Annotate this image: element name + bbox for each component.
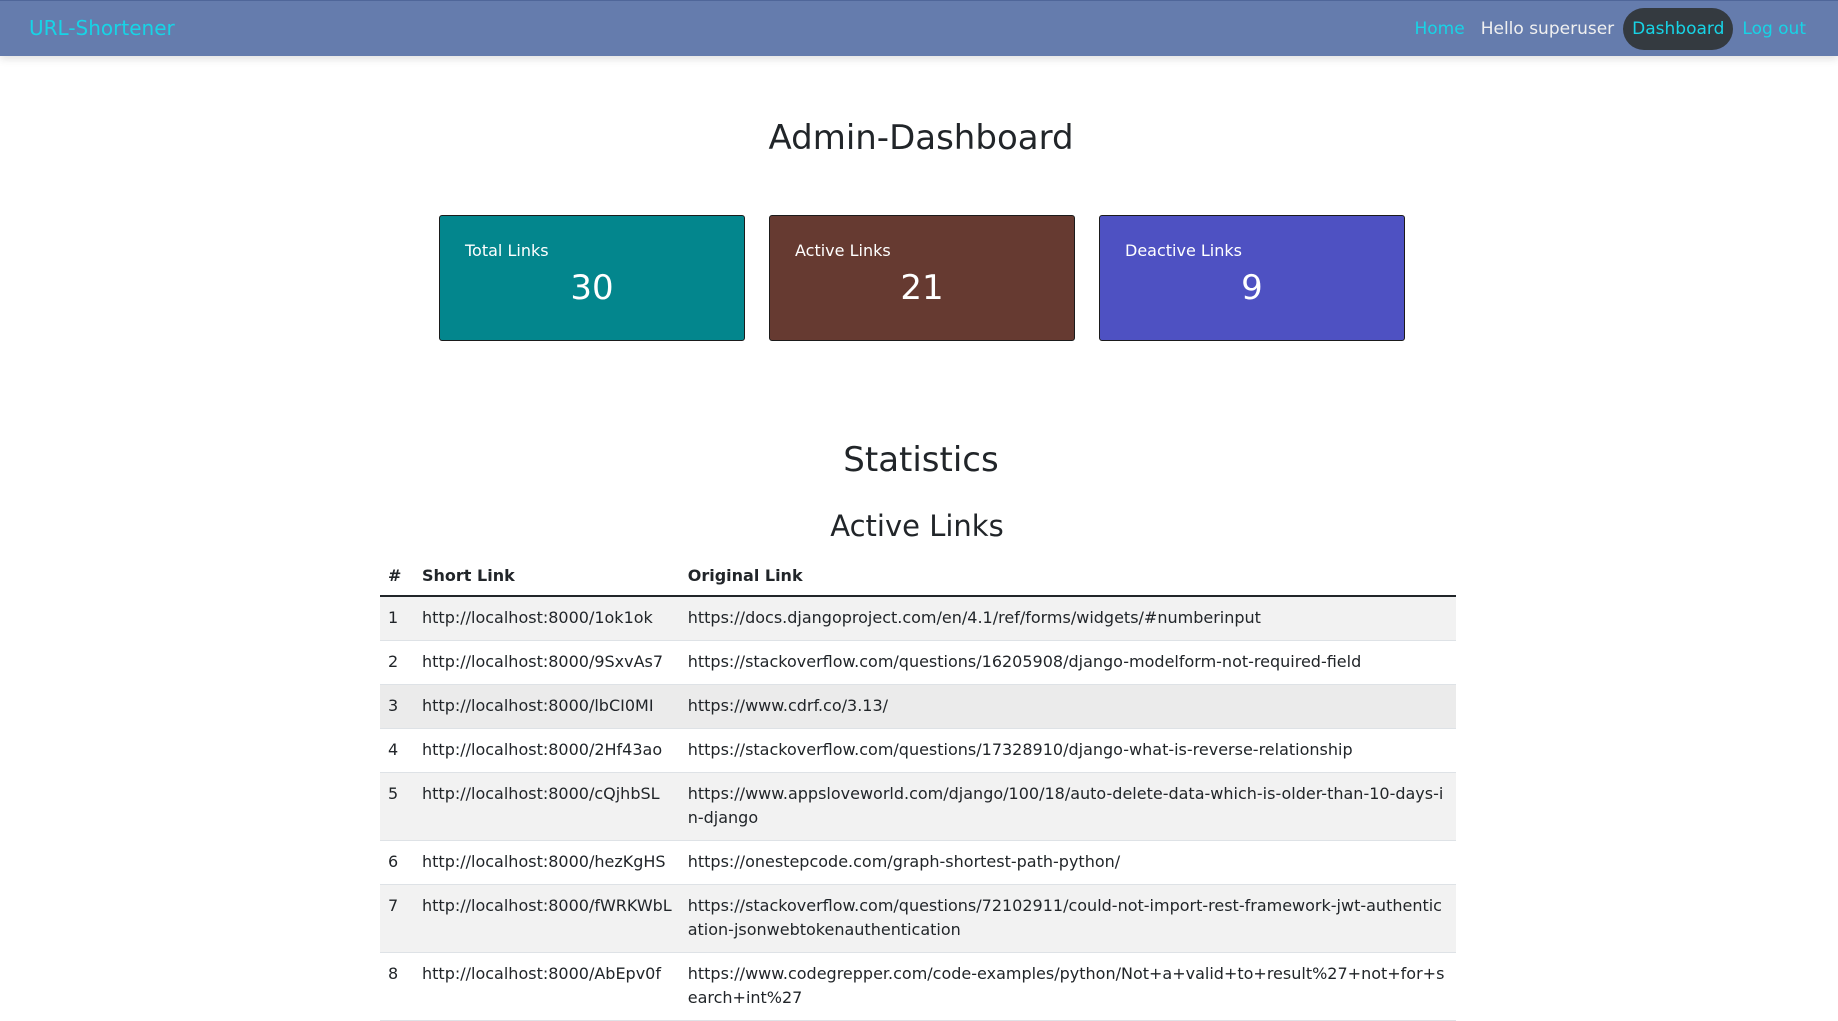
active-links-table: # Short Link Original Link 1 http://loca… (380, 555, 1456, 1021)
table-row: 8 http://localhost:8000/AbEpv0f https://… (380, 953, 1456, 1021)
table-row: 7 http://localhost:8000/fWRKWbL https://… (380, 885, 1456, 953)
row-number: 5 (380, 773, 414, 841)
original-link[interactable]: https://www.codegrepper.com/code-example… (680, 953, 1456, 1021)
row-number: 7 (380, 885, 414, 953)
active-links-heading: Active Links (0, 509, 1834, 543)
original-link[interactable]: https://onestepcode.com/graph-shortest-p… (680, 841, 1456, 885)
total-links-count: 30 (440, 268, 744, 308)
nav-dashboard-link[interactable]: Dashboard (1623, 8, 1733, 50)
short-link[interactable]: http://localhost:8000/fWRKWbL (414, 885, 680, 953)
total-links-card: Total Links 30 (439, 215, 745, 341)
column-header-number: # (380, 555, 414, 596)
statistics-heading: Statistics (0, 440, 1838, 480)
original-link[interactable]: https://stackoverflow.com/questions/7210… (680, 885, 1456, 953)
deactive-links-card: Deactive Links 9 (1099, 215, 1405, 341)
original-link[interactable]: https://www.cdrf.co/3.13/ (680, 685, 1456, 729)
row-number: 3 (380, 685, 414, 729)
row-number: 6 (380, 841, 414, 885)
short-link[interactable]: http://localhost:8000/hezKgHS (414, 841, 680, 885)
table-row: 3 http://localhost:8000/lbCI0MI https://… (380, 685, 1456, 729)
total-links-label: Total Links (465, 241, 549, 260)
short-link[interactable]: http://localhost:8000/cQjhbSL (414, 773, 680, 841)
nav-menu: Home Hello superuser Dashboard Log out (1407, 8, 1838, 50)
table-row: 5 http://localhost:8000/cQjhbSL https://… (380, 773, 1456, 841)
navbar: URL-Shortener Home Hello superuser Dashb… (0, 0, 1838, 56)
table-row: 1 http://localhost:8000/1ok1ok https://d… (380, 596, 1456, 641)
page-title: Admin-Dashboard (0, 118, 1838, 158)
original-link[interactable]: https://stackoverflow.com/questions/1732… (680, 729, 1456, 773)
deactive-links-count: 9 (1100, 268, 1404, 308)
row-number: 4 (380, 729, 414, 773)
deactive-links-label: Deactive Links (1125, 241, 1242, 260)
original-link[interactable]: https://www.appsloveworld.com/django/100… (680, 773, 1456, 841)
column-header-original-link: Original Link (680, 555, 1456, 596)
short-link[interactable]: http://localhost:8000/lbCI0MI (414, 685, 680, 729)
nav-home-link[interactable]: Home (1407, 19, 1473, 39)
active-links-count: 21 (770, 268, 1074, 308)
table-header-row: # Short Link Original Link (380, 555, 1456, 596)
row-number: 8 (380, 953, 414, 1021)
table-row: 4 http://localhost:8000/2Hf43ao https://… (380, 729, 1456, 773)
short-link[interactable]: http://localhost:8000/9SxvAs7 (414, 641, 680, 685)
brand-link[interactable]: URL-Shortener (29, 16, 175, 40)
active-links-card: Active Links 21 (769, 215, 1075, 341)
row-number: 1 (380, 596, 414, 641)
table-row: 6 http://localhost:8000/hezKgHS https://… (380, 841, 1456, 885)
active-links-label: Active Links (795, 241, 891, 260)
original-link[interactable]: https://stackoverflow.com/questions/1620… (680, 641, 1456, 685)
nav-logout-link[interactable]: Log out (1734, 19, 1838, 39)
short-link[interactable]: http://localhost:8000/2Hf43ao (414, 729, 680, 773)
table-row: 2 http://localhost:8000/9SxvAs7 https://… (380, 641, 1456, 685)
short-link[interactable]: http://localhost:8000/AbEpv0f (414, 953, 680, 1021)
original-link[interactable]: https://docs.djangoproject.com/en/4.1/re… (680, 596, 1456, 641)
row-number: 2 (380, 641, 414, 685)
column-header-short-link: Short Link (414, 555, 680, 596)
user-greeting: Hello superuser (1473, 19, 1622, 39)
short-link[interactable]: http://localhost:8000/1ok1ok (414, 596, 680, 641)
